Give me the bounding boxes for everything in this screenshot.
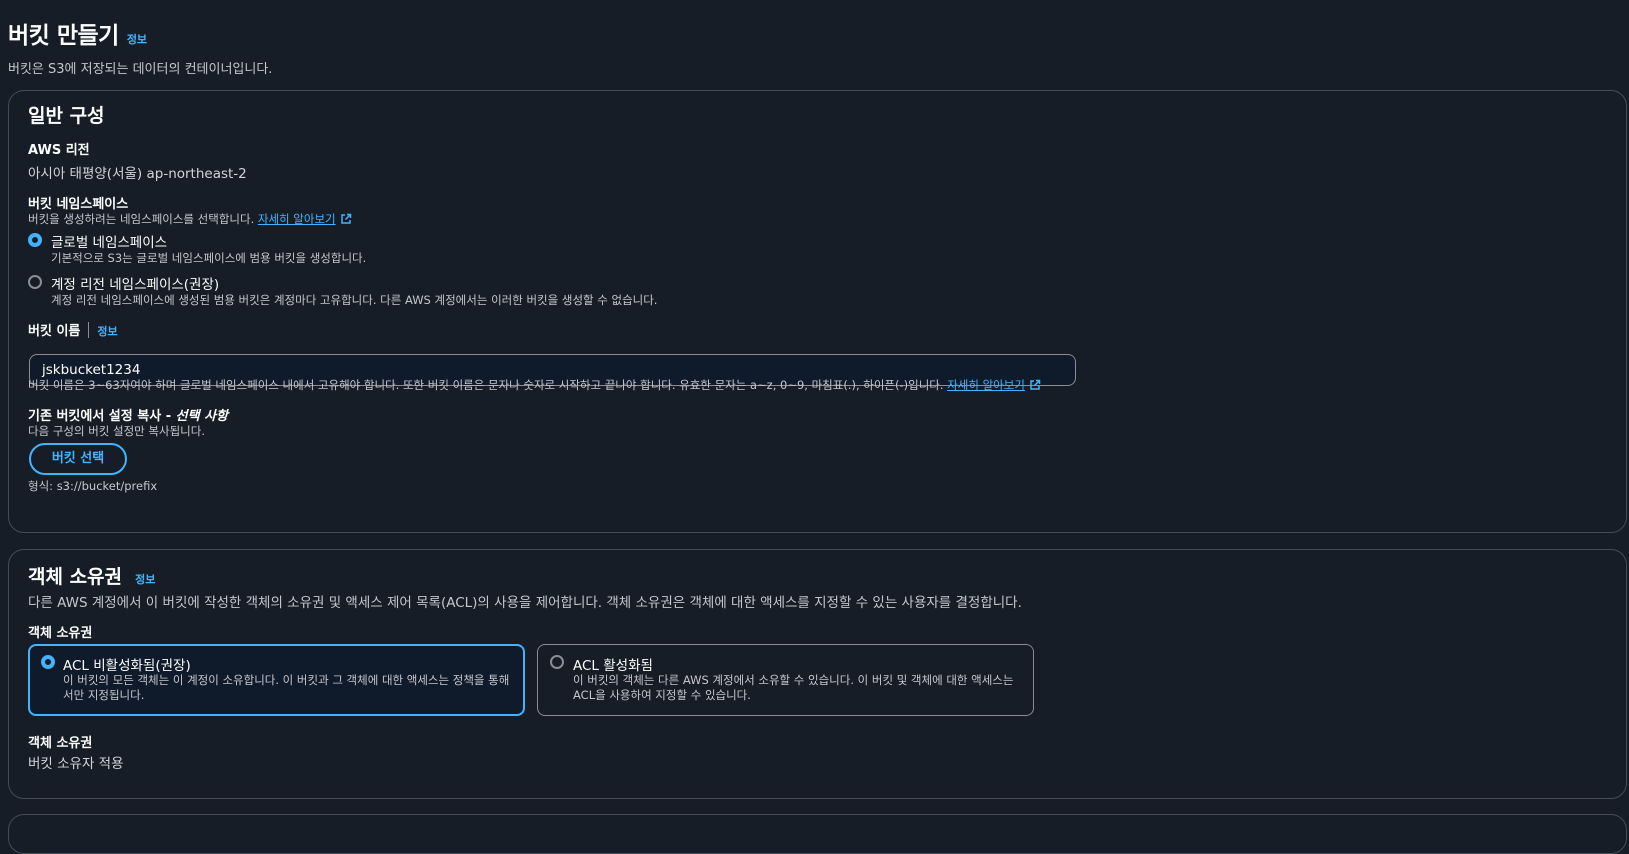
namespace-description: 버킷을 생성하려는 네임스페이스를 선택합니다. 자세히 알아보기	[28, 211, 352, 227]
bucket-name-hint: 버킷 이름은 3~63자여야 하며 글로벌 네임스페이스 내에서 고유해야 합니…	[28, 377, 1041, 393]
external-link-icon	[1030, 379, 1041, 390]
radio-global-namespace[interactable]	[28, 233, 42, 247]
copy-settings-label: 기존 버킷에서 설정 복사 - 선택 사항	[28, 405, 228, 424]
acl-disabled-label: ACL 비활성화됨(권장)	[63, 658, 191, 674]
acl-disabled-tile[interactable]: ACL 비활성화됨(권장) 이 버킷의 모든 객체는 이 계정이 소유합니다. …	[28, 644, 525, 716]
namespace-learn-more-link[interactable]: 자세히 알아보기	[258, 212, 352, 226]
namespace-description-text: 버킷을 생성하려는 네임스페이스를 선택합니다.	[28, 212, 255, 226]
copy-settings-description: 다음 구성의 버킷 설정만 복사됩니다.	[28, 424, 205, 438]
global-namespace-description: 기본적으로 S3는 글로벌 네임스페이스에 범용 버킷을 생성합니다.	[51, 251, 367, 265]
next-panel	[8, 814, 1627, 854]
general-config-title: 일반 구성	[28, 105, 105, 127]
copy-settings-label-text: 기존 버킷에서 설정 복사 -	[28, 409, 176, 424]
account-region-namespace-label[interactable]: 계정 리전 네임스페이스(권장)	[51, 273, 219, 293]
object-ownership-title: 객체 소유권	[28, 566, 123, 588]
acl-enabled-desc-line2: ACL을 사용하여 지정할 수 있습니다.	[573, 688, 751, 702]
page-title: 버킷 만들기	[8, 23, 119, 49]
bucket-name-label-row: 버킷 이름 정보	[28, 320, 118, 339]
radio-account-region-namespace[interactable]	[28, 275, 42, 289]
acl-disabled-desc-line2: 서만 지정됩니다.	[63, 688, 145, 702]
object-ownership-title-row: 객체 소유권 정보	[28, 562, 155, 589]
general-config-panel: 일반 구성 AWS 리전 아시아 태평양(서울) ap-northeast-2 …	[8, 90, 1627, 533]
external-link-icon	[340, 213, 351, 224]
namespace-label: 버킷 네임스페이스	[28, 197, 129, 212]
bucket-name-label: 버킷 이름	[28, 324, 81, 339]
object-ownership-info-link[interactable]: 정보	[135, 573, 155, 586]
object-ownership-result-label: 객체 소유권	[28, 736, 93, 751]
object-ownership-panel: 객체 소유권 정보 다른 AWS 계정에서 이 버킷에 작성한 객체의 소유권 …	[8, 549, 1627, 799]
page-description: 버킷은 S3에 저장되는 데이터의 컨테이너입니다.	[8, 62, 273, 77]
bucket-name-hint-text: 버킷 이름은 3~63자여야 하며 글로벌 네임스페이스 내에서 고유해야 합니…	[28, 378, 944, 392]
radio-acl-disabled[interactable]	[41, 655, 55, 669]
region-value: 아시아 태평양(서울) ap-northeast-2	[28, 166, 247, 182]
page-info-link[interactable]: 정보	[127, 31, 147, 47]
radio-acl-enabled[interactable]	[550, 655, 564, 669]
copy-settings-format: 형식: s3://bucket/prefix	[28, 479, 158, 493]
region-label: AWS 리전	[28, 143, 90, 158]
acl-enabled-desc-line1: 이 버킷의 객체는 다른 AWS 계정에서 소유할 수 있습니다. 이 버킷 및…	[573, 673, 1014, 687]
bucket-name-learn-more-label: 자세히 알아보기	[947, 378, 1025, 392]
object-ownership-field-label: 객체 소유권	[28, 626, 93, 641]
acl-enabled-tile[interactable]: ACL 활성화됨 이 버킷의 객체는 다른 AWS 계정에서 소유할 수 있습니…	[537, 644, 1034, 716]
acl-enabled-label: ACL 활성화됨	[573, 658, 653, 674]
bucket-name-learn-more-link[interactable]: 자세히 알아보기	[947, 378, 1041, 392]
bucket-name-info-link[interactable]: 정보	[97, 325, 117, 338]
namespace-learn-more-label: 자세히 알아보기	[257, 212, 336, 226]
page-header: 버킷 만들기 정보 버킷은 S3에 저장되는 데이터의 컨테이너입니다.	[8, 16, 272, 77]
object-ownership-description: 다른 AWS 계정에서 이 버킷에 작성한 객체의 소유권 및 액세스 제어 목…	[28, 595, 1022, 611]
choose-bucket-button[interactable]: 버킷 선택	[29, 443, 127, 475]
object-ownership-result-value: 버킷 소유자 적용	[28, 756, 124, 772]
global-namespace-label[interactable]: 글로벌 네임스페이스	[51, 231, 167, 251]
acl-disabled-desc-line1: 이 버킷의 모든 객체는 이 계정이 소유합니다. 이 버킷과 그 객체에 대한…	[63, 673, 510, 687]
account-region-namespace-description: 계정 리전 네임스페이스에 생성된 범용 버킷은 계정마다 고유합니다. 다른 …	[51, 293, 658, 307]
copy-settings-optional: 선택 사항	[175, 409, 228, 424]
label-divider	[88, 322, 90, 338]
